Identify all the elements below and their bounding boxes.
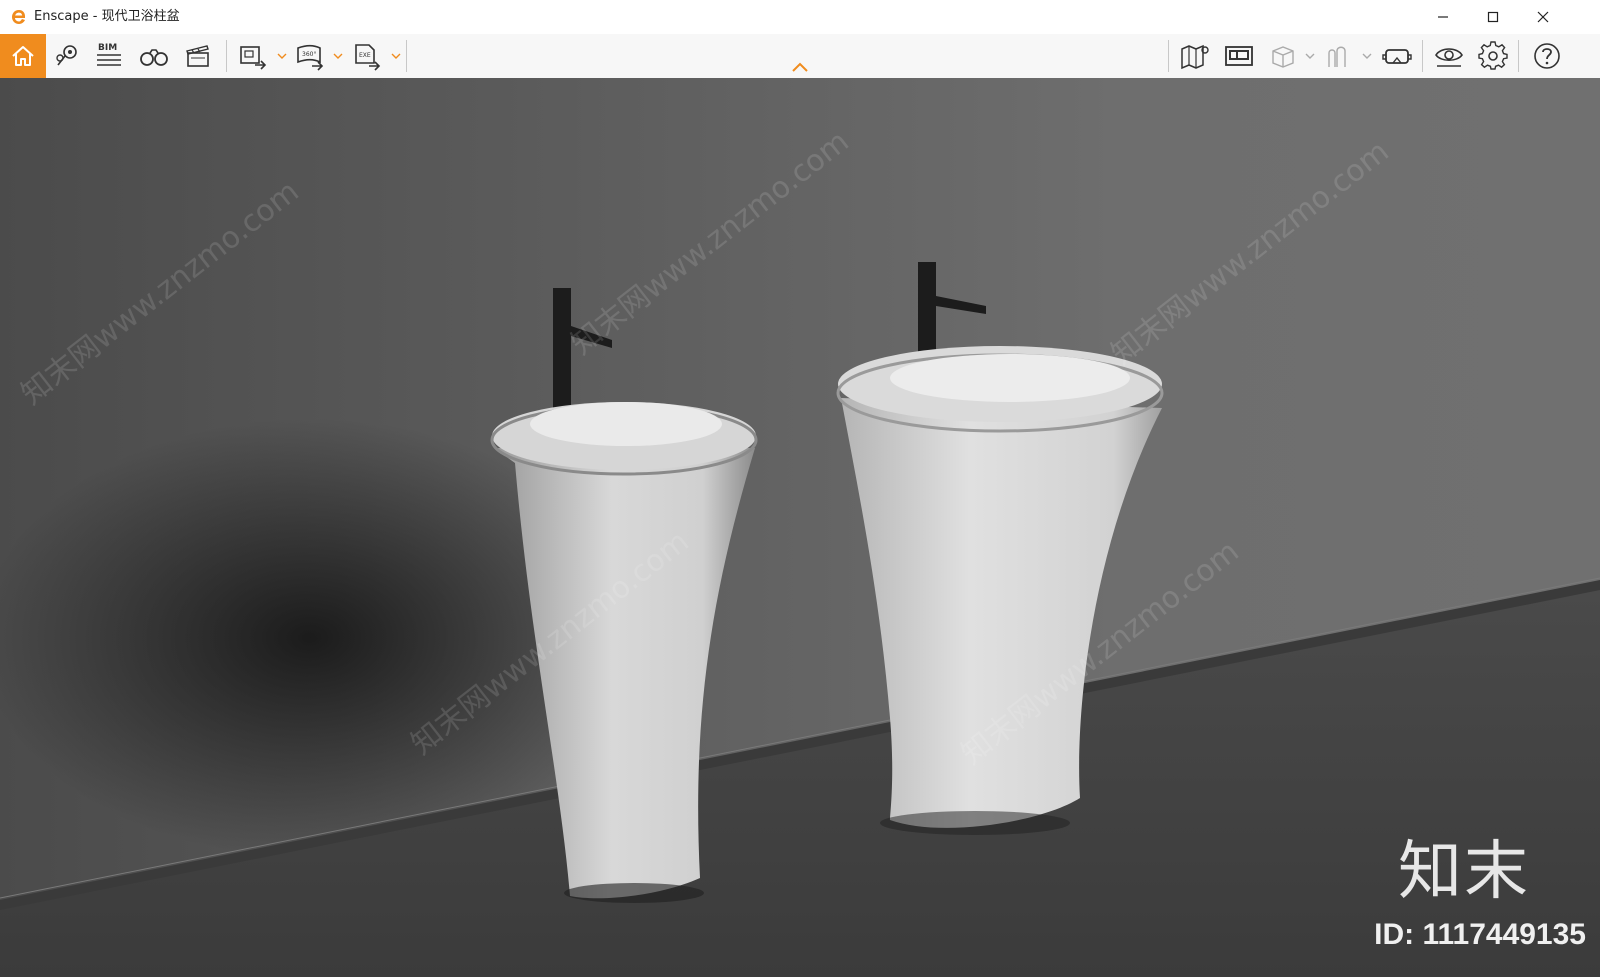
export-360-label: 360° bbox=[302, 51, 316, 58]
id-watermark: ID: 1117449135 bbox=[1374, 918, 1586, 951]
toolbar-separator bbox=[1168, 40, 1169, 72]
chevron-down-icon[interactable] bbox=[1305, 52, 1315, 60]
walk-mode-button[interactable] bbox=[133, 34, 175, 78]
help-icon bbox=[1534, 43, 1560, 69]
map-icon bbox=[1181, 44, 1209, 70]
title-bar: Enscape - 现代卫浴柱盆 bbox=[0, 0, 1600, 34]
visual-settings-button[interactable] bbox=[1428, 34, 1470, 78]
help-button[interactable] bbox=[1526, 34, 1568, 78]
render-viewport[interactable]: 知末网www.znzmo.com 知末网www.znzmo.com 知末网www… bbox=[0, 78, 1600, 977]
settings-button[interactable] bbox=[1472, 34, 1514, 78]
gear-icon bbox=[1478, 41, 1508, 70]
export-exe-label: EXE bbox=[359, 52, 371, 59]
close-button[interactable] bbox=[1520, 0, 1566, 34]
chevron-down-icon[interactable] bbox=[391, 52, 401, 60]
map-pin-icon bbox=[56, 45, 77, 66]
asset-library-button[interactable] bbox=[1218, 34, 1260, 78]
vr-headset-icon bbox=[1382, 49, 1412, 64]
minimize-button[interactable] bbox=[1420, 0, 1466, 34]
export-360-icon: 360° bbox=[297, 44, 324, 71]
brand-watermark: 知末 bbox=[1398, 835, 1530, 909]
cube-icon bbox=[1272, 46, 1294, 68]
screenshot-export-button[interactable] bbox=[232, 34, 274, 78]
toolbar-separator bbox=[226, 40, 227, 72]
map-button[interactable] bbox=[1174, 34, 1216, 78]
export-exe-icon: EXE bbox=[355, 44, 381, 71]
enscape-logo-icon bbox=[12, 10, 26, 24]
bim-label: BIM bbox=[98, 43, 117, 53]
chevron-down-icon[interactable] bbox=[1362, 52, 1372, 60]
binoculars-icon bbox=[140, 49, 168, 66]
chevron-down-icon[interactable] bbox=[277, 52, 287, 60]
vr-headset-button[interactable] bbox=[1376, 34, 1418, 78]
exe-export-button[interactable]: EXE bbox=[346, 34, 388, 78]
image-panel-icon bbox=[1225, 46, 1253, 66]
maximize-icon bbox=[1487, 11, 1499, 23]
document-title: 现代卫浴柱盆 bbox=[101, 9, 180, 24]
clapperboard-icon bbox=[186, 45, 209, 67]
chevron-down-icon[interactable] bbox=[333, 52, 343, 60]
video-editor-button[interactable] bbox=[177, 34, 219, 78]
views-button[interactable] bbox=[46, 34, 88, 78]
app-name: Enscape bbox=[34, 9, 89, 24]
export-screenshot-icon bbox=[240, 46, 267, 70]
window-title: Enscape - 现代卫浴柱盆 bbox=[34, 8, 180, 26]
collapse-toolbar-icon[interactable] bbox=[790, 60, 810, 74]
people-icon bbox=[1328, 46, 1346, 67]
enscape-toolbar: BIM 360° EXE bbox=[0, 34, 1600, 79]
panorama-export-button[interactable]: 360° bbox=[289, 34, 331, 78]
home-button[interactable] bbox=[0, 34, 46, 78]
minimize-icon bbox=[1438, 16, 1448, 18]
bim-icon: BIM bbox=[97, 43, 121, 66]
bim-button[interactable]: BIM bbox=[88, 34, 130, 78]
toolbar-separator bbox=[1422, 40, 1423, 72]
toolbar-separator bbox=[1518, 40, 1519, 72]
title-separator: - bbox=[88, 9, 102, 24]
people-button[interactable] bbox=[1318, 34, 1360, 78]
toolbar-separator bbox=[406, 40, 407, 72]
close-icon bbox=[1537, 11, 1549, 23]
maximize-button[interactable] bbox=[1470, 0, 1516, 34]
cube-button[interactable] bbox=[1262, 34, 1304, 78]
home-icon bbox=[12, 46, 34, 66]
eye-icon bbox=[1435, 48, 1463, 67]
